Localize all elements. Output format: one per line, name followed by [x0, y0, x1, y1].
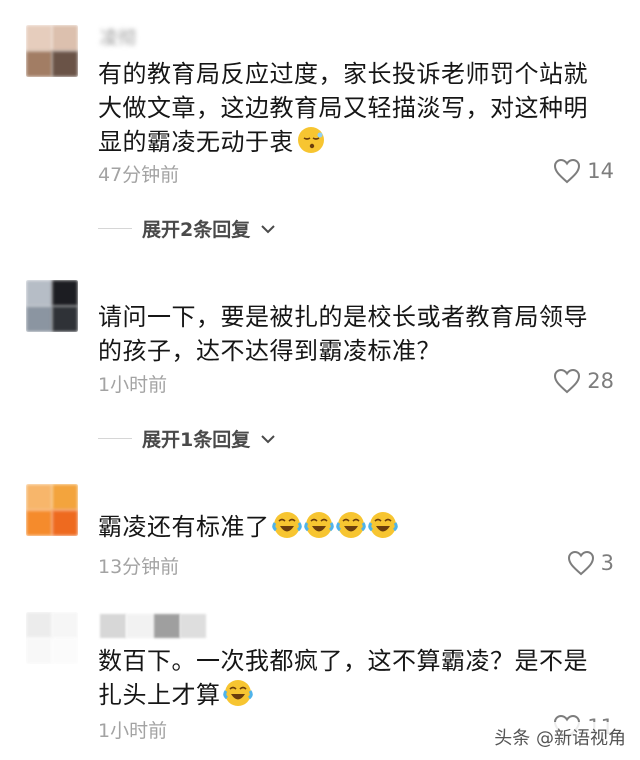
comment-text: 请问一下，要是被扎的是校长或者教育局领导的孩子，达不达得到霸凌标准？ — [98, 303, 588, 365]
comment-time: 13分钟前 — [98, 556, 180, 578]
crying-laughing-face-icon — [271, 512, 302, 538]
like-count: 28 — [587, 369, 614, 393]
like-button[interactable]: 28 — [553, 368, 614, 394]
expand-replies-button[interactable]: 展开1条回复 — [98, 425, 276, 452]
username[interactable] — [100, 614, 206, 638]
comment-time: 1小时前 — [98, 720, 168, 742]
expand-replies-button[interactable]: 展开2条回复 — [98, 215, 276, 242]
avatar[interactable] — [26, 280, 78, 332]
heart-icon — [554, 368, 581, 394]
avatar[interactable] — [26, 612, 78, 664]
crying-laughing-face-icon — [303, 512, 334, 538]
divider — [98, 228, 132, 229]
username[interactable]: 凌彻 — [100, 24, 136, 50]
like-count: 14 — [587, 159, 614, 183]
emoji-group — [270, 512, 398, 541]
sleepy-face-emoji-icon — [298, 127, 324, 153]
comment-time: 47分钟前 — [98, 164, 180, 186]
like-button[interactable]: 14 — [553, 158, 614, 184]
chevron-down-icon — [261, 434, 275, 443]
crying-laughing-face-icon — [335, 512, 366, 538]
crying-laughing-face-icon — [367, 512, 398, 538]
crying-laughing-face-icon — [222, 680, 253, 706]
comment-text-body: 霸凌还有标准了 — [98, 513, 270, 541]
comment-text: 数百下。一次我都疯了，这不算霸凌？是不是扎头上才算 — [98, 644, 608, 712]
expand-replies-label: 展开1条回复 — [142, 429, 251, 451]
heart-icon — [567, 550, 594, 576]
divider — [98, 438, 132, 439]
watermark: 头条 @新语视角 — [490, 722, 630, 752]
like-button[interactable]: 3 — [567, 550, 614, 576]
avatar[interactable] — [26, 25, 78, 77]
comment-text: 霸凌还有标准了 — [98, 510, 608, 544]
comment-text-body: 有的教育局反应过度，家长投诉老师罚个站就大做文章，这边教育局又轻描淡写，对这种明… — [98, 60, 588, 156]
avatar[interactable] — [26, 484, 78, 536]
like-count: 3 — [600, 551, 614, 575]
comment-time: 1小时前 — [98, 374, 168, 396]
comment-text: 有的教育局反应过度，家长投诉老师罚个站就大做文章，这边教育局又轻描淡写，对这种明… — [98, 57, 608, 159]
expand-replies-label: 展开2条回复 — [142, 219, 251, 241]
comment-text-body: 数百下。一次我都疯了，这不算霸凌？是不是扎头上才算 — [98, 647, 588, 709]
chevron-down-icon — [261, 224, 275, 233]
heart-icon — [554, 158, 581, 184]
